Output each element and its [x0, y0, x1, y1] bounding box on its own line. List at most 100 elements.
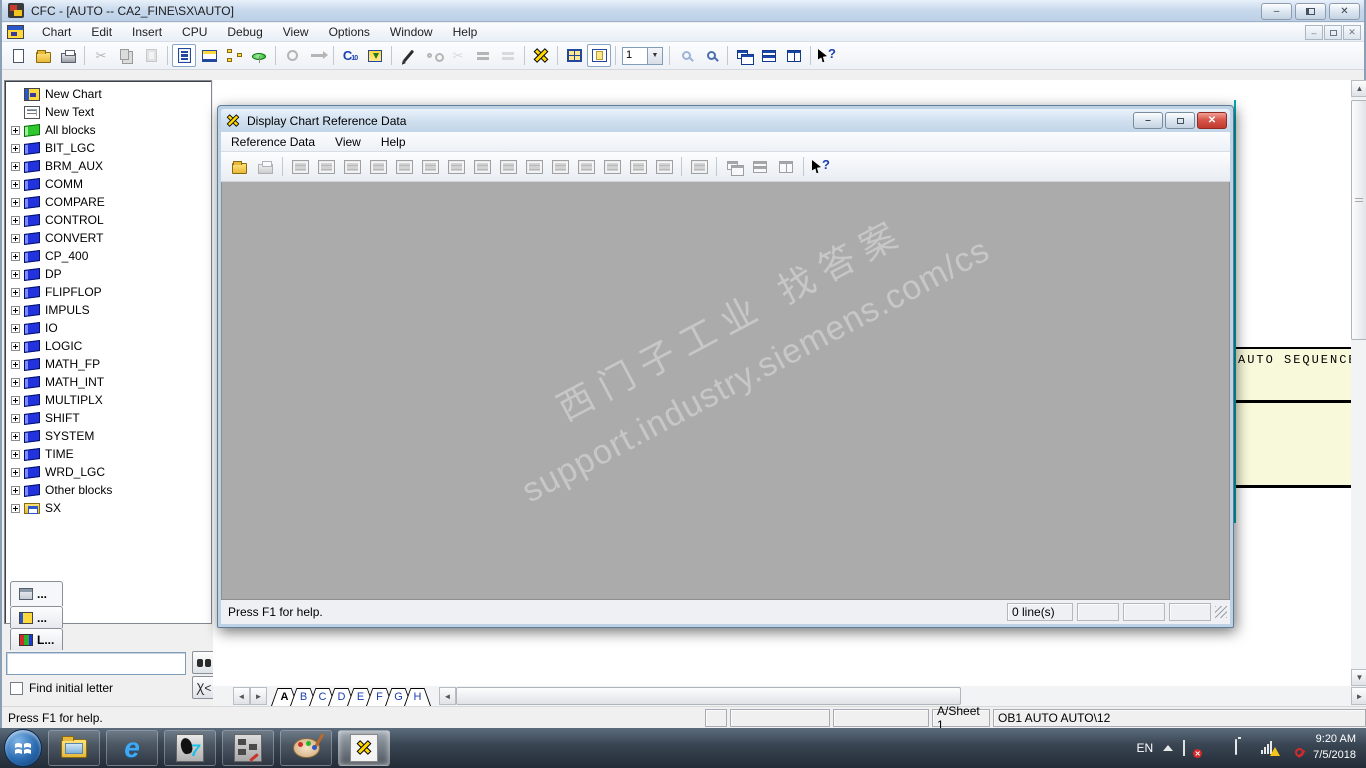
tree-item[interactable]: SYSTEM	[5, 427, 211, 445]
dialog-title-bar[interactable]: Display Chart Reference Data – ✕	[221, 109, 1230, 132]
cut-button[interactable]: ✂	[89, 44, 113, 67]
expand-plus-icon[interactable]	[11, 179, 20, 189]
tree-item[interactable]: MATH_INT	[5, 373, 211, 391]
find-input[interactable]	[6, 652, 186, 675]
expand-plus-icon[interactable]	[11, 431, 20, 441]
tree-item[interactable]: FLIPFLOP	[5, 283, 211, 301]
ref-tree-button[interactable]	[288, 155, 312, 178]
menu-item[interactable]: Help	[443, 23, 488, 41]
ref-cross-ref-button[interactable]	[340, 155, 364, 178]
vertical-scrollbar[interactable]: ▲ ▼	[1351, 80, 1366, 686]
menu-item[interactable]: Insert	[122, 23, 172, 41]
tree-item[interactable]: DP	[5, 265, 211, 283]
expand-plus-icon[interactable]	[11, 413, 20, 423]
marker-button[interactable]	[396, 44, 420, 67]
open-button[interactable]	[31, 44, 55, 67]
ref-download-button[interactable]	[470, 155, 494, 178]
menu-item[interactable]: Chart	[32, 23, 81, 41]
vertical-scroll-thumb[interactable]	[1351, 100, 1366, 340]
print-button[interactable]	[56, 44, 80, 67]
copy-button[interactable]	[114, 44, 138, 67]
expand-plus-icon[interactable]	[11, 341, 20, 351]
ref-grid-button[interactable]	[652, 155, 676, 178]
auto-sequence-block-header[interactable]: AUTO SEQUENCE	[1236, 347, 1351, 400]
tree-item[interactable]: New Chart	[5, 85, 211, 103]
sheet-number-value[interactable]: 1	[622, 46, 648, 65]
resize-grip[interactable]	[1215, 606, 1227, 618]
tab-scroll-left-icon[interactable]: ◄	[233, 687, 250, 705]
catalog-tab[interactable]: ...	[10, 606, 64, 628]
align-button[interactable]	[471, 44, 495, 67]
network-signal-icon[interactable]	[1261, 740, 1281, 756]
catalog-toggle-button[interactable]	[172, 44, 196, 67]
security-shield-icon[interactable]	[1209, 740, 1225, 756]
language-indicator[interactable]: EN	[1137, 741, 1154, 755]
dialog-minimize-button[interactable]: –	[1133, 112, 1163, 129]
start-button[interactable]	[4, 729, 42, 767]
tree-item[interactable]: All blocks	[5, 121, 211, 139]
tree-item[interactable]: New Text	[5, 103, 211, 121]
ref-list-button[interactable]	[522, 155, 546, 178]
expand-plus-icon[interactable]	[11, 359, 20, 369]
expand-plus-icon[interactable]	[11, 485, 20, 495]
new-chart-button[interactable]	[6, 44, 30, 67]
dropdown-arrow-icon[interactable]: ▼	[648, 46, 663, 65]
interconnect-button[interactable]	[280, 44, 304, 67]
cascade-windows-button[interactable]	[732, 44, 756, 67]
zoom-in-button[interactable]	[674, 44, 698, 67]
tree-item[interactable]: SHIFT	[5, 409, 211, 427]
tree-item[interactable]: CP_400	[5, 247, 211, 265]
volume-muted-icon[interactable]	[1287, 740, 1305, 757]
expand-plus-icon[interactable]	[11, 395, 20, 405]
menu-item[interactable]: Edit	[81, 23, 122, 41]
scroll-down-icon[interactable]: ▼	[1351, 669, 1366, 686]
expand-plus-icon[interactable]	[11, 323, 20, 333]
dialog-menu-item[interactable]: Help	[371, 133, 416, 151]
ref-open-button[interactable]	[227, 155, 251, 178]
action-center-icon[interactable]: ✕	[1183, 740, 1203, 758]
tile-horizontal-button[interactable]	[757, 44, 781, 67]
ref-tile-v-button[interactable]	[774, 155, 798, 178]
tree-item[interactable]: BIT_LGC	[5, 139, 211, 157]
ref-tile-h-button[interactable]	[748, 155, 772, 178]
expand-plus-icon[interactable]	[11, 467, 20, 477]
mdi-restore-button[interactable]	[1324, 25, 1342, 40]
expand-plus-icon[interactable]	[11, 449, 20, 459]
taskbar-ie-button[interactable]: e	[106, 730, 158, 766]
find-initial-letter-checkbox[interactable]	[10, 681, 23, 695]
sheet-number-dropdown[interactable]: 1 ▼	[622, 46, 663, 65]
ref-filter-button[interactable]	[687, 155, 711, 178]
scroll-up-icon[interactable]: ▲	[1351, 80, 1366, 97]
runtime-properties-button[interactable]: C10	[338, 44, 362, 67]
ref-cascade-button[interactable]	[722, 155, 746, 178]
delete-connections-button[interactable]: ✂	[446, 44, 470, 67]
overview-button[interactable]	[562, 44, 586, 67]
hscroll-left-icon[interactable]: ◄	[439, 687, 456, 705]
ref-detail-button[interactable]	[574, 155, 598, 178]
tree-item[interactable]: CONTROL	[5, 211, 211, 229]
chart-window-icon[interactable]	[7, 25, 24, 39]
tree-item[interactable]: COMM	[5, 175, 211, 193]
close-button[interactable]: ✕	[1329, 3, 1360, 20]
ref-address-button[interactable]	[392, 155, 416, 178]
readability-button[interactable]	[421, 44, 445, 67]
unlink-button[interactable]	[496, 44, 520, 67]
ref-table-button[interactable]	[496, 155, 520, 178]
tree-item[interactable]: MATH_FP	[5, 355, 211, 373]
minimize-button[interactable]: –	[1261, 3, 1292, 20]
menu-item[interactable]: Options	[319, 23, 380, 41]
catalog-tab[interactable]: ...	[10, 581, 64, 606]
menu-item[interactable]: Window	[380, 23, 443, 41]
tab-scroll-right-icon[interactable]: ►	[250, 687, 267, 705]
taskbar-explorer-button[interactable]	[48, 730, 100, 766]
expand-plus-icon[interactable]	[11, 143, 20, 153]
expand-plus-icon[interactable]	[11, 503, 20, 513]
expand-plus-icon[interactable]	[11, 251, 20, 261]
tile-vertical-button[interactable]	[782, 44, 806, 67]
expand-plus-icon[interactable]	[11, 287, 20, 297]
expand-plus-icon[interactable]	[11, 125, 20, 135]
ref-help-button[interactable]: ?	[809, 155, 833, 178]
tree-item[interactable]: TIME	[5, 445, 211, 463]
horizontal-scroll-thumb[interactable]	[456, 687, 961, 705]
show-hidden-icons[interactable]	[1163, 745, 1174, 751]
